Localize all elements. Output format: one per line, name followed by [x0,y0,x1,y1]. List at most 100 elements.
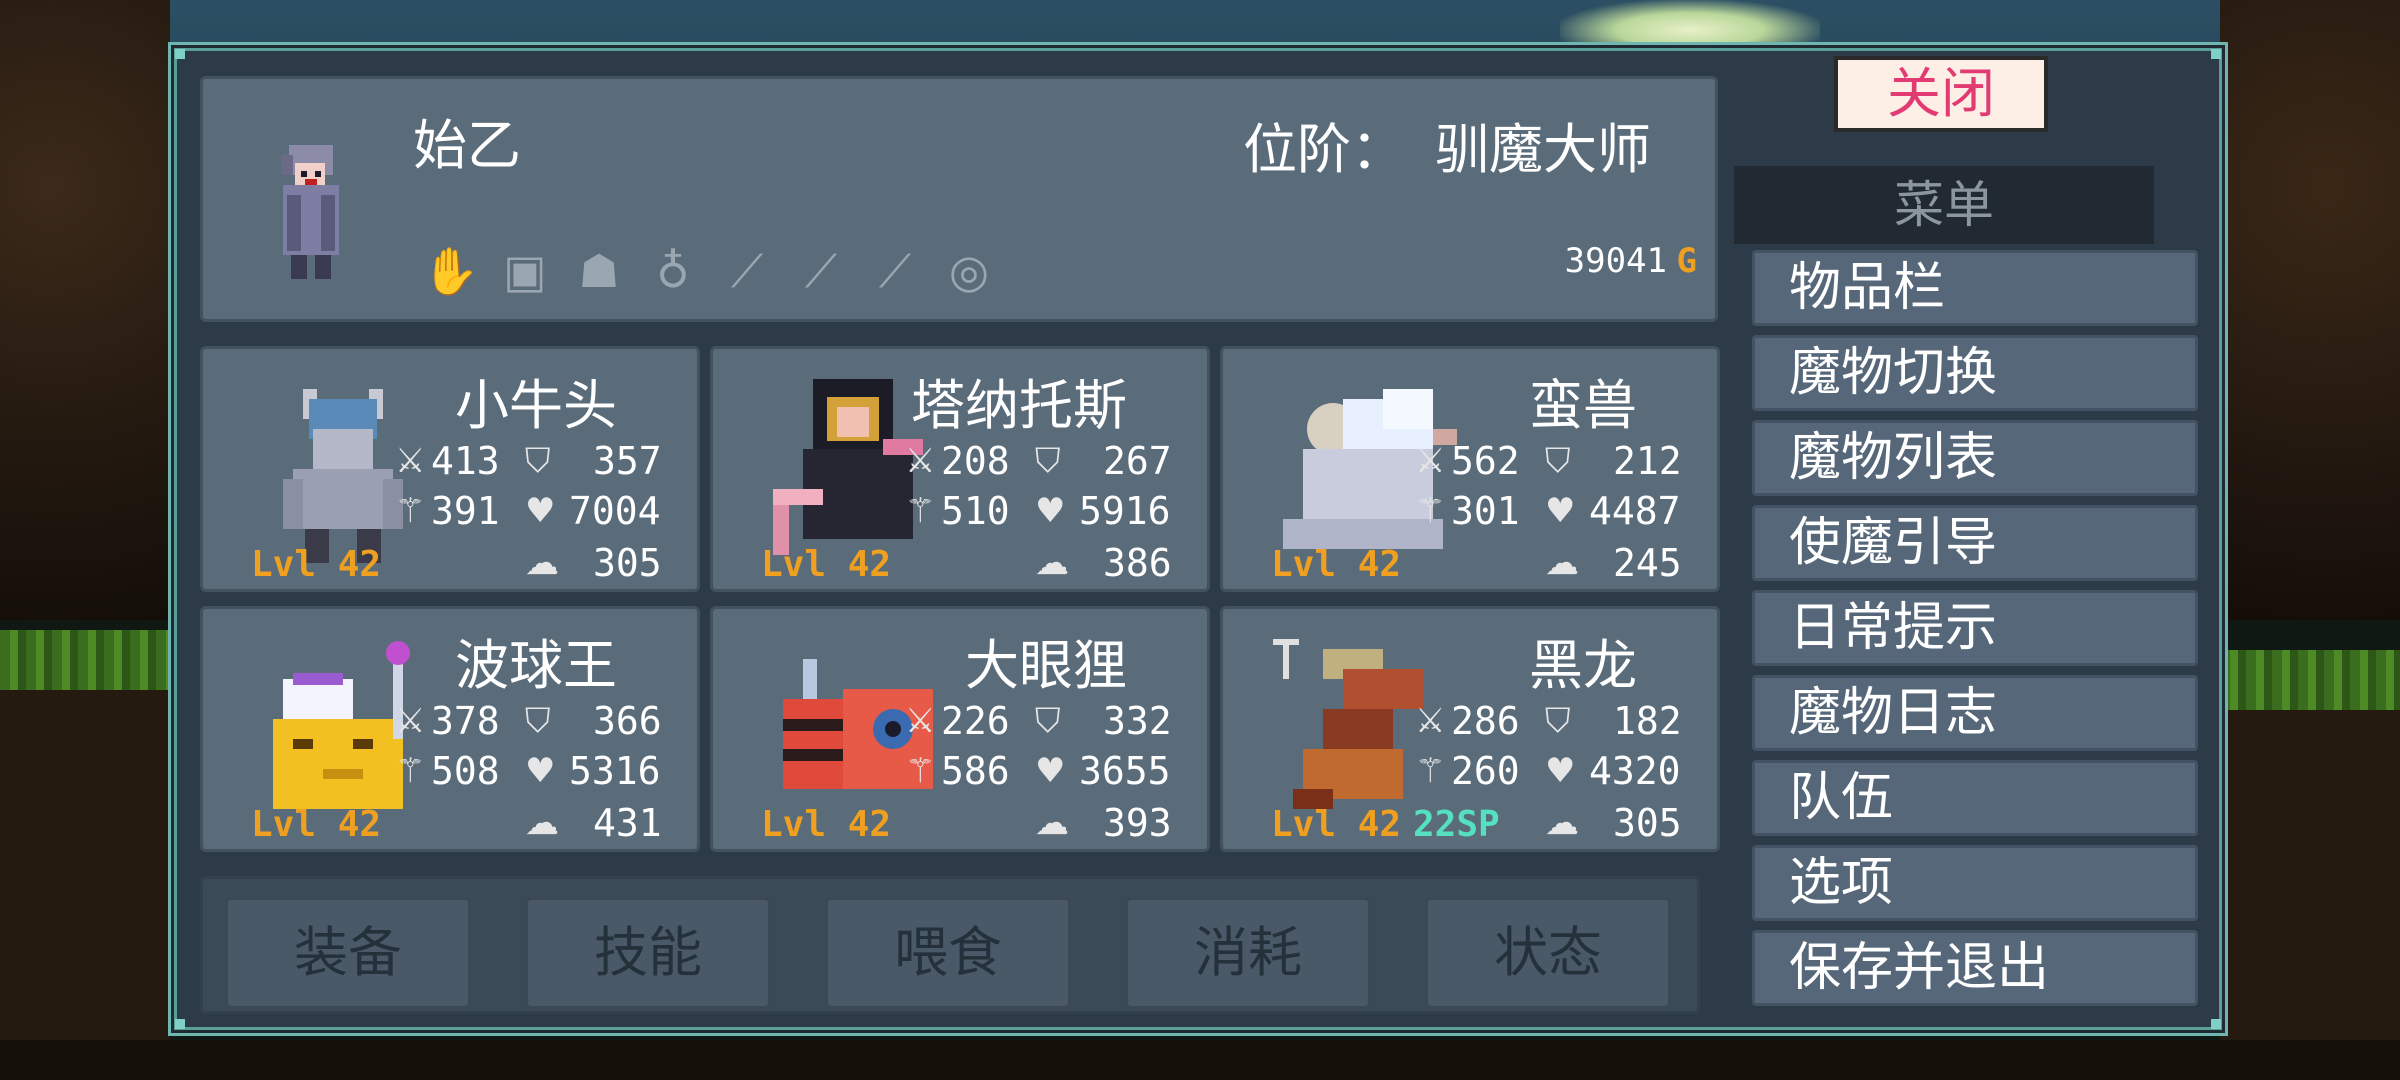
menu-item-save-and-quit[interactable]: 保存并退出 [1752,930,2198,1006]
monster-card[interactable]: 黑龙 ⚔ 286 ⛉ 182 ⚚ 260 ♥ 4320 ☁ 305 Lvl 42… [1220,606,1720,852]
health-value: 3655 [1079,749,1171,793]
magic-value: 260 [1451,749,1520,793]
feather-icon[interactable]: ⟋ [791,241,851,301]
player-name: 始乙 [413,114,521,177]
monster-card[interactable]: 小牛头 ⚔ 413 ⛉ 357 ⚚ 391 ♥ 7004 ☁ 305 Lvl 4… [200,346,700,592]
menu-item-options[interactable]: 选项 [1752,845,2198,921]
magic-value: 510 [941,489,1010,533]
defense-icon: ⛉ [1035,441,1061,481]
attack-icon: ⚔ [1415,441,1446,481]
player-rank: 驯魔大师 [1435,118,1651,181]
health-value: 4487 [1589,489,1681,533]
defense-icon: ⛉ [525,701,551,741]
mana-value: 305 [1613,801,1682,845]
magic-value: 508 [431,749,500,793]
mana-value: 245 [1613,541,1682,585]
helmet-icon[interactable]: ☗ [569,241,629,301]
equipment-slots: ✋ ▣ ☗ ♁ ⟋ ⟋ ⟋ ◎ [421,241,999,301]
feed-button[interactable]: 喂食 [825,897,1071,1009]
monster-card[interactable]: 大眼狸 ⚔ 226 ⛉ 332 ⚚ 586 ♥ 3655 ☁ 393 Lvl 4… [710,606,1210,852]
ring-icon[interactable]: ♁ [643,241,703,301]
monster-name: 黑龙 [1529,634,1637,697]
magic-icon: ⚚ [905,491,936,531]
mana-icon: ☁ [1545,803,1579,843]
equip-button[interactable]: 装备 [225,897,471,1009]
mana-value: 431 [593,801,662,845]
skills-button[interactable]: 技能 [525,897,771,1009]
monster-name: 蛮兽 [1529,374,1637,437]
menu-item-party[interactable]: 队伍 [1752,760,2198,836]
monster-card[interactable]: 蛮兽 ⚔ 562 ⛉ 212 ⚚ 301 ♥ 4487 ☁ 245 Lvl 42 [1220,346,1720,592]
defense-icon: ⛉ [1545,441,1571,481]
magic-value: 391 [431,489,500,533]
health-value: 4320 [1589,749,1681,793]
attack-icon: ⚔ [905,701,936,741]
attack-icon: ⚔ [1415,701,1446,741]
defense-icon: ⛉ [1545,701,1571,741]
attack-icon: ⚔ [395,441,426,481]
magic-icon: ⚚ [395,491,426,531]
defense-icon: ⛉ [525,441,551,481]
health-value: 7004 [569,489,661,533]
monster-name: 波球王 [455,634,617,697]
monster-card[interactable]: 波球王 ⚔ 378 ⛉ 366 ⚚ 508 ♥ 5316 ☁ 431 Lvl 4… [200,606,700,852]
health-icon: ♥ [525,491,556,531]
monster-level: Lvl 42 [251,544,382,585]
menu-header: 菜单 [1734,166,2154,244]
mana-value: 386 [1103,541,1172,585]
monster-name: 大眼狸 [965,634,1127,697]
magic-value: 586 [941,749,1010,793]
background-ground-right [2220,710,2400,1080]
mana-icon: ☁ [525,543,559,583]
health-value: 5916 [1079,489,1171,533]
defense-value: 332 [1103,699,1172,743]
mana-icon: ☁ [1035,803,1069,843]
background-ground [0,1040,2400,1080]
attack-value: 286 [1451,699,1520,743]
menu-item-monster-list[interactable]: 魔物列表 [1752,420,2198,496]
feather-icon[interactable]: ⟋ [865,241,925,301]
health-icon: ♥ [1035,491,1066,531]
menu-item-inventory[interactable]: 物品栏 [1752,250,2198,326]
health-icon: ♥ [1545,751,1576,791]
attack-icon: ⚔ [905,441,936,481]
background-grass-right [2220,650,2400,710]
monster-level: Lvl 42 [251,804,382,845]
close-button[interactable]: 关闭 [1834,56,2048,132]
health-value: 5316 [569,749,661,793]
health-icon: ♥ [525,751,556,791]
status-button[interactable]: 状态 [1425,897,1671,1009]
mana-value: 305 [593,541,662,585]
mana-icon: ☁ [1545,543,1579,583]
monster-sp: 22SP [1413,804,1500,845]
attack-value: 562 [1451,439,1520,483]
feather-icon[interactable]: ⟋ [717,241,777,301]
menu-item-monster-switch[interactable]: 魔物切换 [1752,335,2198,411]
consume-button[interactable]: 消耗 [1125,897,1371,1009]
claw-icon[interactable]: ✋ [421,241,481,301]
attack-value: 208 [941,439,1010,483]
attack-icon: ⚔ [395,701,426,741]
window-corner [2211,49,2221,59]
defense-icon: ⛉ [1035,701,1061,741]
armor-icon[interactable]: ▣ [495,241,555,301]
background-tree-right [2220,0,2400,620]
health-icon: ♥ [1035,751,1066,791]
defense-value: 267 [1103,439,1172,483]
monster-level: Lvl 42 [761,544,892,585]
defense-value: 366 [593,699,662,743]
gold-amount: 39041 [1564,241,1667,281]
mana-value: 393 [1103,801,1172,845]
menu-item-daily-tips[interactable]: 日常提示 [1752,590,2198,666]
attack-value: 226 [941,699,1010,743]
monster-name: 塔纳托斯 [911,374,1127,437]
player-panel: 始乙 位阶： 驯魔大师 ✋ ▣ ☗ ♁ ⟋ ⟋ ⟋ ◎ 39041 G [200,76,1718,322]
monster-level: Lvl 42 [1271,544,1402,585]
menu-item-monster-journal[interactable]: 魔物日志 [1752,675,2198,751]
monster-level: Lvl 42 [1271,804,1402,845]
monster-card[interactable]: 塔纳托斯 ⚔ 208 ⛉ 267 ⚚ 510 ♥ 5916 ☁ 386 Lvl … [710,346,1210,592]
bracelet-icon[interactable]: ◎ [939,241,999,301]
action-bar: 装备 技能 喂食 消耗 状态 [200,876,1700,1014]
menu-item-familiar-guide[interactable]: 使魔引导 [1752,505,2198,581]
magic-icon: ⚚ [1415,751,1446,791]
